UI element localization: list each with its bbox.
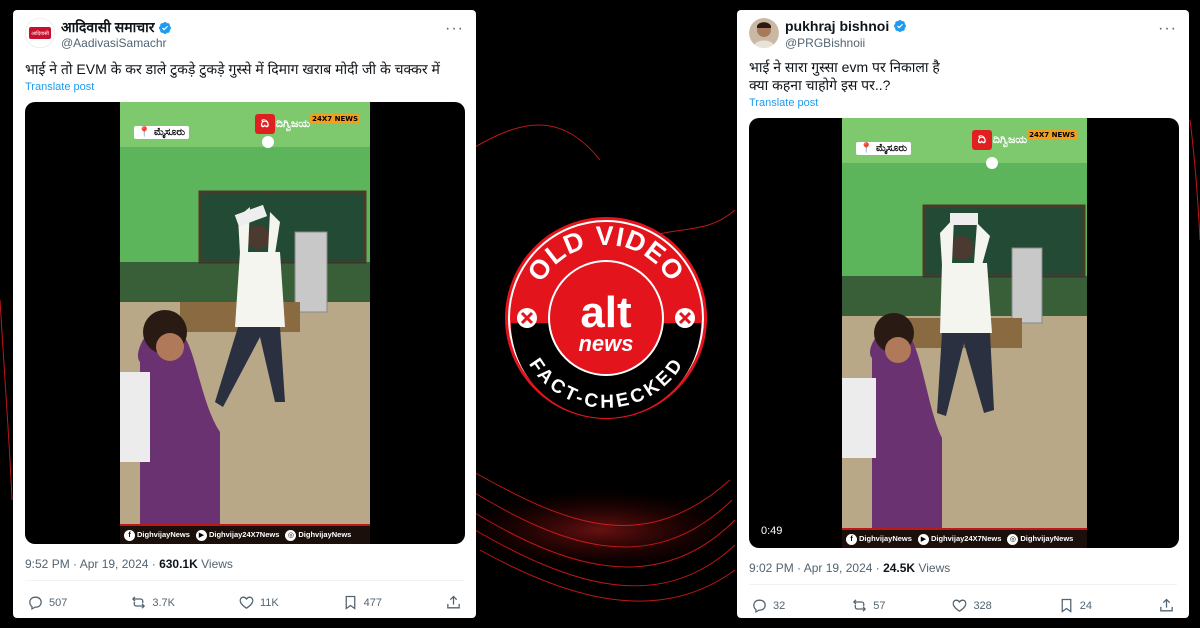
heart-icon [239,596,254,609]
bookmark-icon [345,595,356,610]
reply-icon [29,596,42,610]
translate-post-link[interactable]: Translate post [25,81,94,93]
fact-check-badge: OLD VIDEO FACT-CHECKED alt news [505,217,707,419]
bookmark-button[interactable]: 24 [1058,597,1092,614]
reply-button[interactable]: 507 [27,594,67,611]
divider [25,580,464,581]
verified-icon [159,21,172,34]
tweet-text: भाई ने तो EVM के कर डाले टुकड़े टुकड़े ग… [25,61,440,77]
location-tag: 📍 ಮೈಸೂರು [134,126,190,139]
tweet-header: pukhraj bishnoi @PRGBishnoii ··· [749,16,1179,56]
tweet-card-left: आदिवासी आदिवासी समाचार @AadivasiSamachr … [13,10,476,618]
altnews-logo-bottom: news [578,331,633,356]
social-strip: f DighvijayNews ▶ Dighvijay24X7News ◎ Dighv… [120,524,370,544]
user-handle[interactable]: @PRGBishnoii [785,36,865,50]
share-icon [447,595,460,609]
svg-text:आदिवासी: आदिवासी [31,30,50,37]
location-tag: 📍 ಮೈಸೂರು [856,142,912,155]
like-button[interactable]: 11K [238,594,279,611]
classroom-scene [120,102,370,544]
channel-logo: ದಿ ದಿಗ್ವಿಜಯ 24X7 NEWS [254,114,360,134]
tweet-header: आदिवासी आदिवासी समाचार @AadivasiSamachr … [25,16,466,56]
reply-icon [753,599,766,613]
repost-button[interactable]: 3.7K [130,594,175,611]
bookmark-button[interactable]: 477 [342,594,382,611]
action-bar: 507 3.7K 11K 477 [27,594,462,611]
video-duration: 0:49 [757,524,787,538]
heart-icon [953,599,967,612]
altnews-logo-top: alt [580,288,632,337]
post-meta: 9:02 PM · Apr 19, 2024 · 24.5K Views [749,561,951,575]
user-handle[interactable]: @AadivasiSamachr [61,36,167,50]
video-frame: 📍 ಮೈಸೂರು ದಿ ದಿಗ್ವಿಜಯ 24X7 NEWS f DighvijayN… [120,102,370,544]
share-button[interactable] [1158,597,1175,614]
classroom-scene [842,118,1087,548]
like-button[interactable]: 328 [951,597,992,614]
divider [749,584,1177,585]
channel-logo: ದಿ ದಿಗ್ವಿಜಯ 24X7 NEWS [971,130,1077,150]
display-name[interactable]: आदिवासी समाचार [61,18,154,37]
more-options-icon[interactable]: ··· [1158,20,1177,38]
avatar[interactable] [749,18,779,48]
video-frame: 📍 ಮೈಸೂರು ದಿ ದಿಗ್ವಿಜಯ 24X7 NEWS f DighvijayN… [842,118,1087,548]
social-strip: f DighvijayNews ▶ Dighvijay24X7News ◎ Dighv… [842,528,1087,548]
badge-close-icon-left [517,308,537,328]
video-player[interactable]: 📍 ಮೈಸೂರು ದಿ ದಿಗ್ವಿಜಯ 24X7 NEWS f DighvijayN… [25,102,465,544]
share-button[interactable] [445,594,462,611]
reply-button[interactable]: 32 [751,597,785,614]
bookmark-icon [1061,598,1072,613]
repost-button[interactable]: 57 [851,597,885,614]
badge-close-icon-right [675,308,695,328]
video-player[interactable]: 📍 ಮೈಸೂರು ದಿ ದಿಗ್ವಿಜಯ 24X7 NEWS f DighvijayN… [749,118,1179,548]
display-name[interactable]: pukhraj bishnoi [785,18,889,34]
translate-post-link[interactable]: Translate post [749,97,818,109]
more-options-icon[interactable]: ··· [445,20,464,38]
verified-icon [894,20,907,32]
post-meta: 9:52 PM · Apr 19, 2024 · 630.1K Views [25,557,233,571]
repost-icon [132,596,146,609]
tweet-card-right: pukhraj bishnoi @PRGBishnoii ··· भाई ने … [737,10,1189,618]
tweet-text: भाई ने सारा गुस्सा evm पर निकाला है क्या… [749,59,940,93]
action-bar: 32 57 328 24 [751,597,1175,614]
avatar[interactable]: आदिवासी [25,18,55,48]
share-icon [1160,598,1173,612]
repost-icon [853,599,867,612]
